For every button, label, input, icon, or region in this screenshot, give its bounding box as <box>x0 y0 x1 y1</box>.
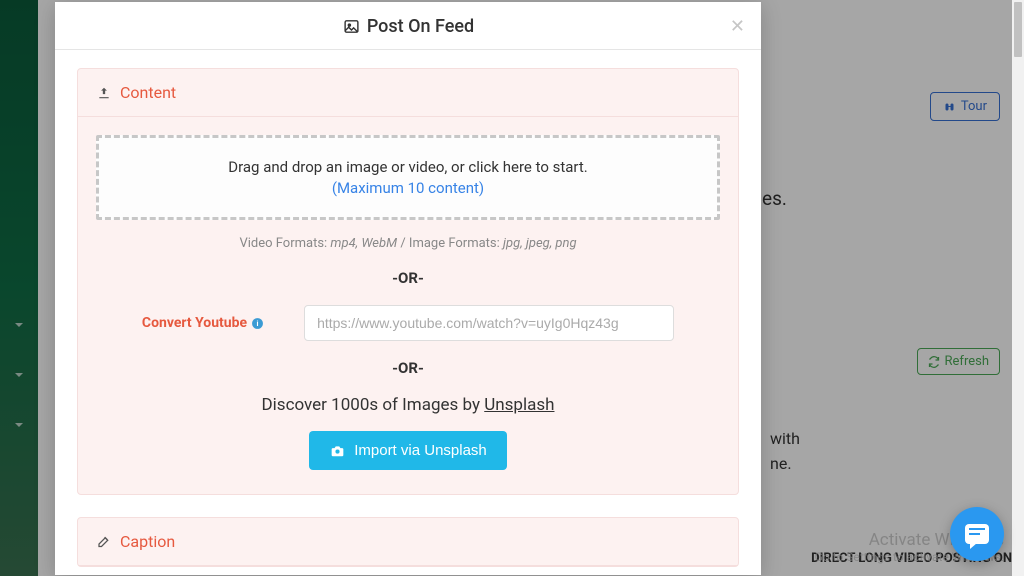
unsplash-text: Discover 1000s of Images by Unsplash <box>96 395 720 415</box>
caption-section-title: Caption <box>120 532 175 551</box>
upload-dropzone[interactable]: Drag and drop an image or video, or clic… <box>96 135 720 220</box>
import-unsplash-button[interactable]: Import via Unsplash <box>309 431 507 470</box>
content-section-title: Content <box>120 83 176 102</box>
chat-widget-button[interactable] <box>950 507 1004 561</box>
modal-body: Content Drag and drop an image or video,… <box>55 50 761 575</box>
edit-icon <box>96 534 112 549</box>
upload-icon <box>96 86 112 100</box>
import-button-label: Import via Unsplash <box>354 442 487 459</box>
unsplash-link[interactable]: Unsplash <box>484 395 554 415</box>
convert-youtube-row: Convert Youtube i <box>96 305 720 341</box>
modal-title-text: Post On Feed <box>367 16 474 37</box>
chat-icon <box>965 524 989 544</box>
image-icon <box>342 18 361 35</box>
page-scrollbar[interactable] <box>1012 0 1024 576</box>
post-on-feed-modal: Post On Feed ✕ Content Drag and drop an … <box>55 2 761 575</box>
svg-text:i: i <box>257 319 259 328</box>
content-section-header: Content <box>78 69 738 117</box>
camera-icon <box>329 444 346 458</box>
convert-youtube-label: Convert Youtube i <box>142 315 264 331</box>
modal-header: Post On Feed ✕ <box>55 2 761 50</box>
dropzone-text: Drag and drop an image or video, or clic… <box>109 158 707 176</box>
content-section: Content Drag and drop an image or video,… <box>77 68 739 495</box>
dropzone-subtext: (Maximum 10 content) <box>109 179 707 197</box>
info-icon[interactable]: i <box>251 317 264 330</box>
modal-title: Post On Feed <box>342 16 474 37</box>
close-button[interactable]: ✕ <box>730 16 745 37</box>
caption-section-header: Caption <box>78 518 738 566</box>
formats-info: Video Formats: mp4, WebM / Image Formats… <box>96 236 720 251</box>
or-divider: -OR- <box>96 359 720 377</box>
youtube-url-input[interactable] <box>304 305 674 341</box>
caption-section: Caption <box>77 517 739 567</box>
or-divider: -OR- <box>96 269 720 287</box>
